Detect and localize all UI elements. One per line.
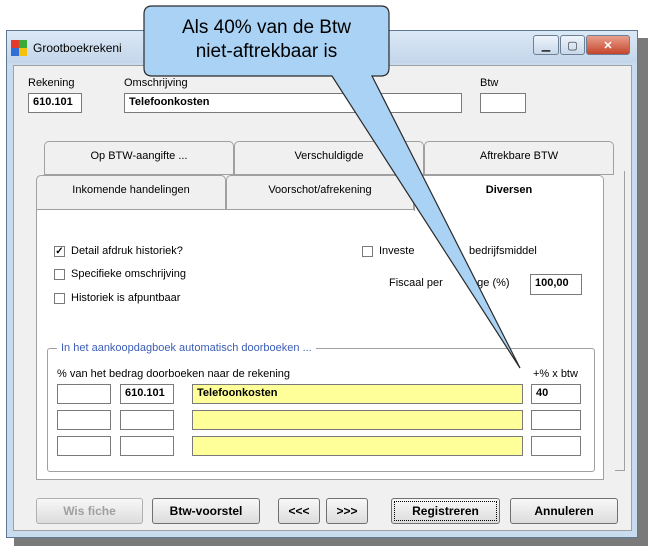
callout-line-1: Als 40% van de Btw: [182, 17, 351, 38]
callout-bubble: [143, 5, 521, 369]
callout-line-2: niet-aftrekbaar is: [195, 41, 338, 62]
